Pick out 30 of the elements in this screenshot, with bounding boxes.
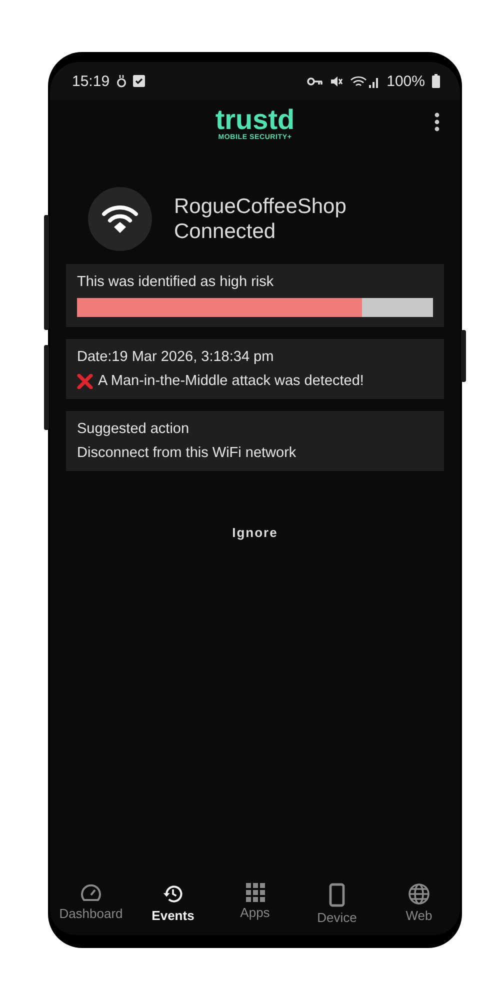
suggestion-title: Suggested action bbox=[77, 421, 190, 437]
phone-icon bbox=[329, 883, 345, 907]
battery-percent: 100% bbox=[386, 72, 425, 90]
wifi-signal-icon bbox=[350, 74, 380, 88]
globe-icon bbox=[408, 883, 430, 905]
wifi-icon bbox=[101, 204, 139, 234]
network-name: RogueCoffeeShop bbox=[174, 194, 346, 219]
event-date: Date:19 Mar 2026, 3:18:34 pm bbox=[77, 349, 275, 365]
plug-icon bbox=[116, 74, 126, 88]
app-logo: trustd bbox=[215, 106, 295, 134]
mute-icon bbox=[330, 74, 343, 88]
checkbox-icon bbox=[132, 75, 145, 87]
suggested-action: Disconnect from this WiFi network bbox=[77, 445, 298, 461]
connection-status: Connected bbox=[174, 219, 277, 244]
grid-icon bbox=[246, 883, 264, 902]
nav-tab[interactable]: Device bbox=[297, 883, 377, 925]
nav-tab[interactable]: Apps bbox=[215, 883, 295, 925]
battery-icon bbox=[432, 74, 440, 88]
history-icon bbox=[162, 883, 184, 905]
event-message: A Man-in-the-Middle attack was detected! bbox=[98, 373, 364, 389]
cross-icon bbox=[77, 374, 93, 388]
nav-tab[interactable]: Web bbox=[379, 883, 459, 925]
nav-tab[interactable]: Dashboard bbox=[51, 883, 131, 925]
gauge-icon bbox=[80, 883, 102, 903]
ignore-button[interactable]: Ignore bbox=[222, 519, 288, 546]
more-menu-icon[interactable] bbox=[434, 112, 440, 132]
clock: 15:19 bbox=[72, 72, 110, 90]
nav-tab[interactable]: Events bbox=[133, 883, 213, 925]
risk-label: This was identified as high risk bbox=[77, 274, 275, 290]
key-icon bbox=[306, 76, 323, 86]
